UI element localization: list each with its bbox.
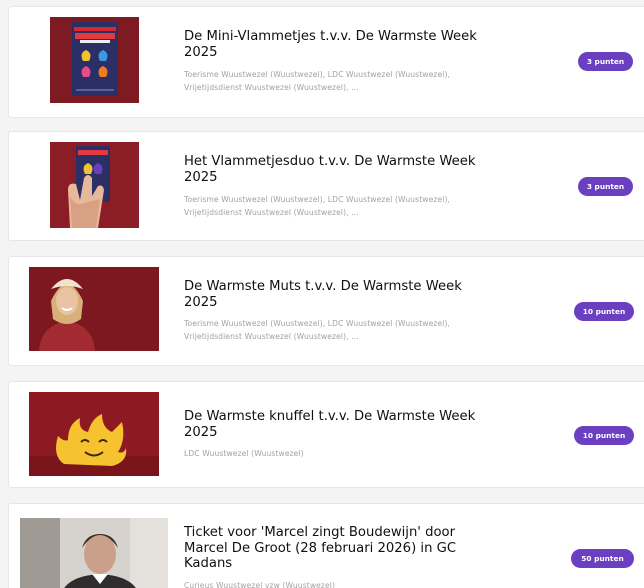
reward-organizers-line: Vrijetijdsdienst Wuustwezel (Wuustwezel)…	[184, 208, 359, 217]
reward-title-line: Het Vlammetjesduo t.v.v. De Warmste Week	[184, 154, 476, 169]
reward-title-line: De Warmste Muts t.v.v. De Warmste Week	[184, 279, 462, 294]
reward-title-line: Marcel De Groot (28 februari 2026) in GC	[184, 540, 457, 556]
reward-organizers: Toerisme Wuustwezel (Wuustwezel), LDC Wu…	[184, 68, 514, 94]
singer-portrait-image	[20, 518, 168, 588]
reward-organizers-line: Toerisme Wuustwezel (Wuustwezel), LDC Wu…	[184, 195, 451, 204]
reward-card[interactable]: De Warmste Muts t.v.v. De Warmste Week 2…	[8, 256, 644, 366]
reward-organizers-line: Curieus Wuustwezel vzw (Wuustwezel)	[184, 581, 336, 588]
points-badge: 50 punten	[571, 549, 634, 568]
reward-title-line: 2025	[184, 169, 218, 185]
reward-title-line: De Warmste knuffel t.v.v. De Warmste Wee…	[184, 409, 476, 424]
flame-plush-image	[29, 392, 159, 476]
reward-organizers: Toerisme Wuustwezel (Wuustwezel), LDC Wu…	[184, 317, 514, 343]
points-badge: 3 punten	[578, 52, 633, 71]
reward-title-line: Ticket voor 'Marcel zingt Boudewijn' doo…	[184, 525, 456, 540]
reward-card[interactable]: Het Vlammetjesduo t.v.v. De Warmste Week…	[8, 131, 644, 241]
reward-title-line: Kadans	[184, 556, 233, 571]
reward-title-line: De Mini-Vlammetjes t.v.v. De Warmste Wee…	[184, 29, 477, 44]
reward-organizers: Curieus Wuustwezel vzw (Wuustwezel)	[184, 579, 514, 588]
reward-organizers-line: LDC Wuustwezel (Wuustwezel)	[184, 449, 304, 458]
points-badge: 3 punten	[578, 177, 633, 196]
reward-title: De Warmste knuffel t.v.v. De Warmste Wee…	[184, 409, 514, 440]
points-badge: 10 punten	[574, 426, 634, 445]
reward-title: De Warmste Muts t.v.v. De Warmste Week 2…	[184, 279, 514, 310]
reward-title: De Mini-Vlammetjes t.v.v. De Warmste Wee…	[184, 29, 514, 60]
points-badge: 10 punten	[574, 302, 634, 321]
woman-with-hat-image	[29, 267, 159, 351]
reward-organizers-line: Vrijetijdsdienst Wuustwezel (Wuustwezel)…	[184, 83, 359, 92]
reward-card[interactable]: Ticket voor 'Marcel zingt Boudewijn' doo…	[8, 503, 644, 588]
reward-title: Ticket voor 'Marcel zingt Boudewijn' doo…	[184, 525, 514, 572]
reward-title: Het Vlammetjesduo t.v.v. De Warmste Week…	[184, 154, 514, 185]
reward-organizers-line: Vrijetijdsdienst Wuustwezel (Wuustwezel)…	[184, 332, 359, 341]
reward-organizers: Toerisme Wuustwezel (Wuustwezel), LDC Wu…	[184, 193, 514, 219]
reward-title-line: 2025	[184, 44, 218, 60]
reward-card[interactable]: De Warmste knuffel t.v.v. De Warmste Wee…	[8, 381, 644, 488]
reward-card[interactable]: De Mini-Vlammetjes t.v.v. De Warmste Wee…	[8, 6, 644, 118]
reward-organizers: LDC Wuustwezel (Wuustwezel)	[184, 447, 514, 460]
mini-vlammetjes-card-image	[50, 17, 139, 103]
reward-organizers-line: Toerisme Wuustwezel (Wuustwezel), LDC Wu…	[184, 319, 451, 328]
reward-organizers-line: Toerisme Wuustwezel (Wuustwezel), LDC Wu…	[184, 70, 451, 79]
reward-title-line: 2025	[184, 424, 218, 440]
reward-title-line: 2025	[184, 294, 218, 310]
hand-holding-card-image	[50, 142, 139, 228]
